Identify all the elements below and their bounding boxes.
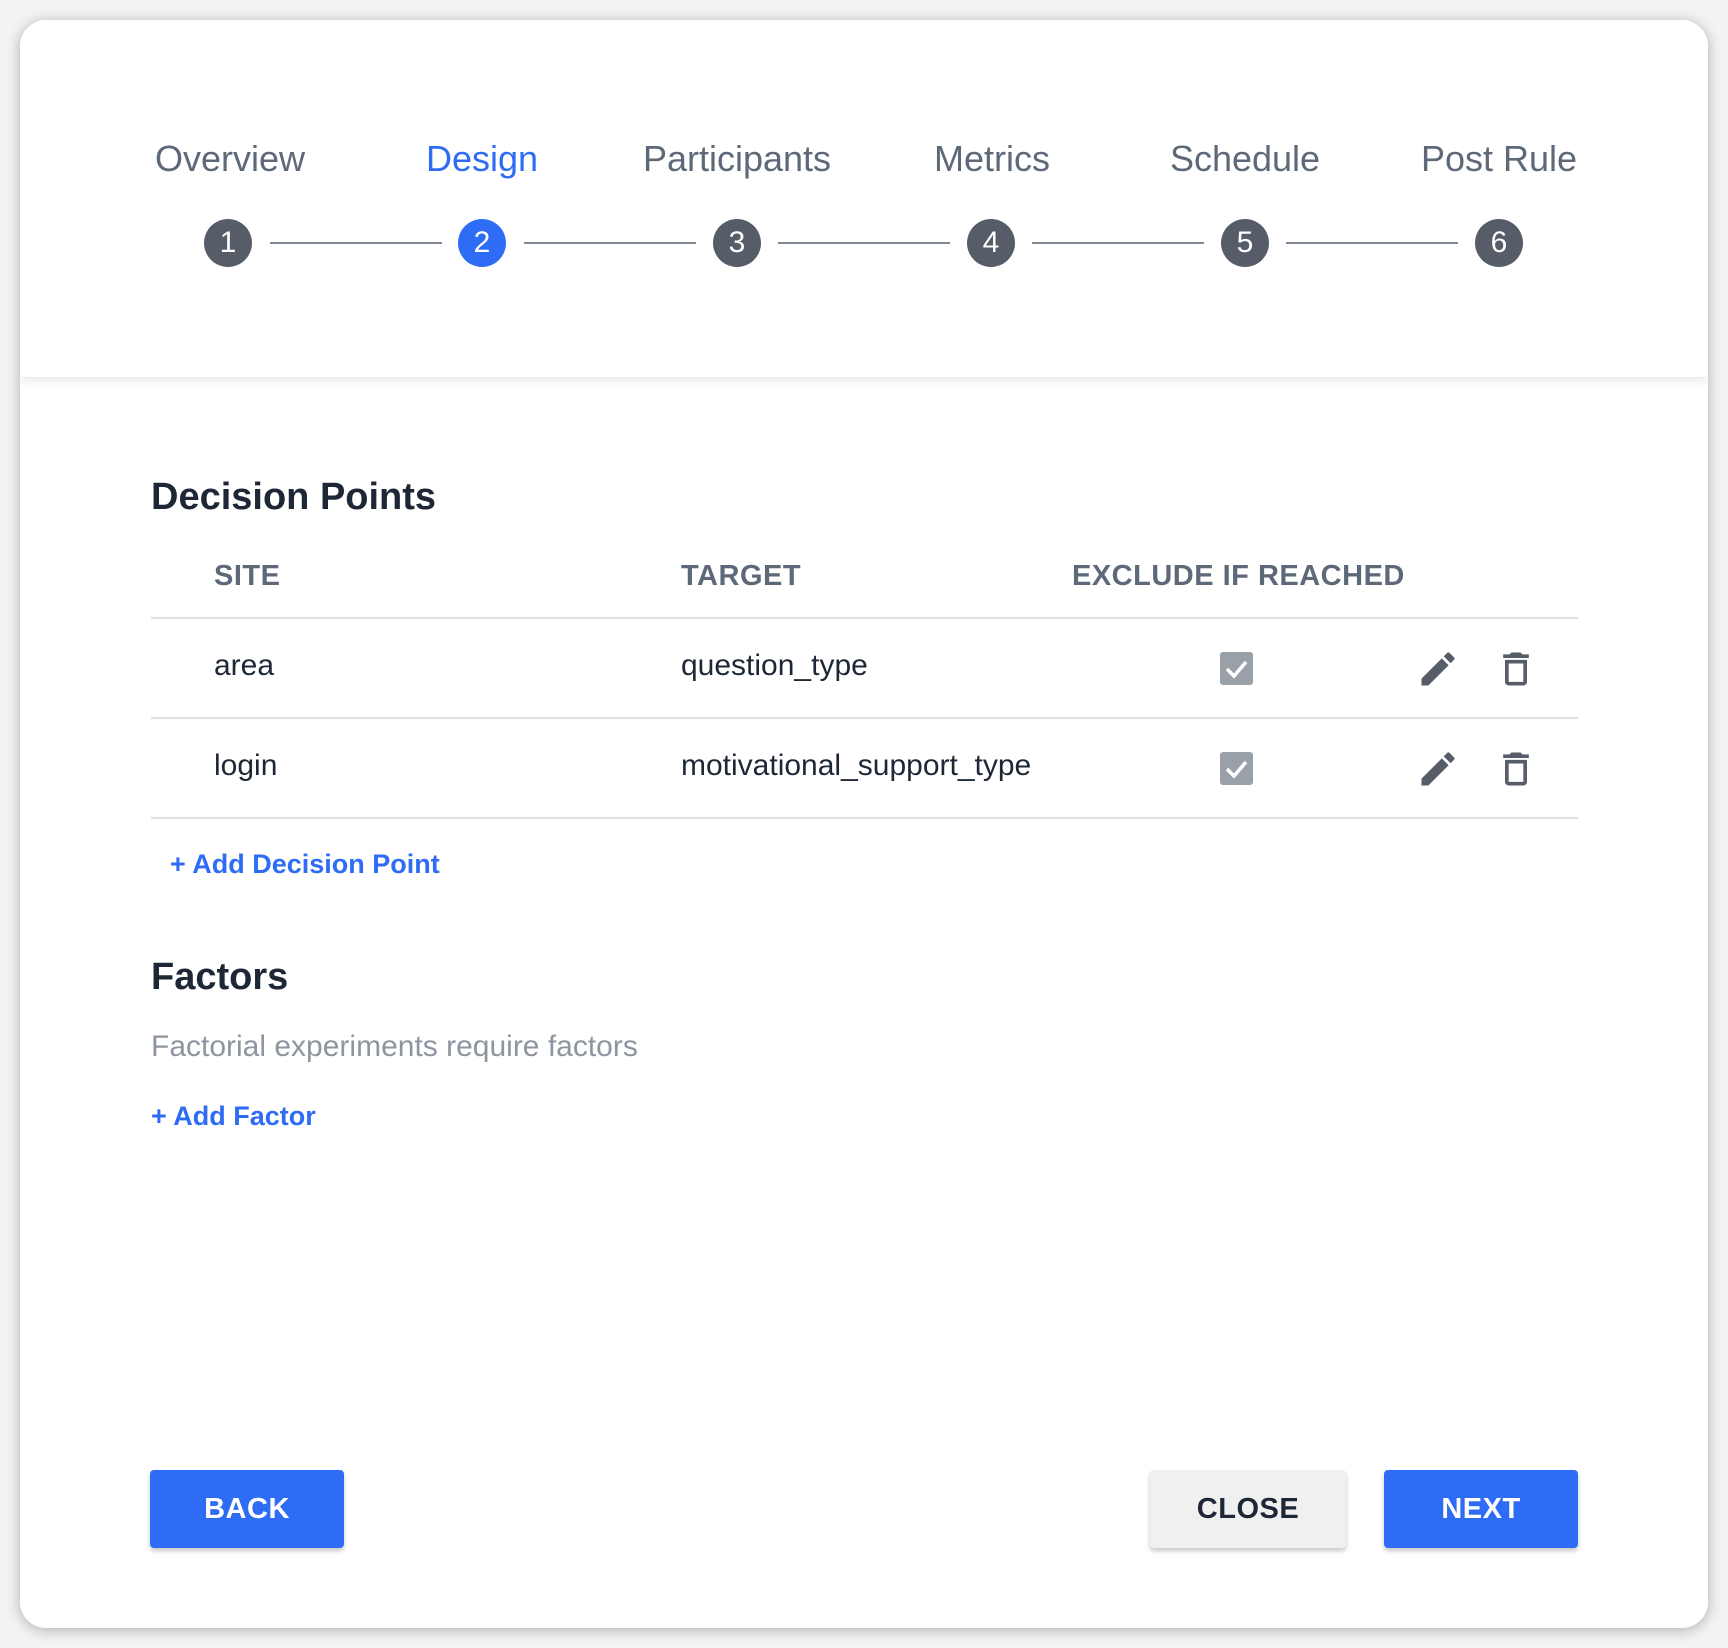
step-connector bbox=[270, 242, 442, 244]
delete-button[interactable] bbox=[1494, 647, 1538, 691]
edit-button[interactable] bbox=[1416, 647, 1460, 691]
factors-title: Factors bbox=[151, 956, 289, 998]
checkmark-icon bbox=[1225, 760, 1248, 779]
table-divider bbox=[151, 817, 1578, 819]
step-circle-6[interactable]: 6 bbox=[1475, 219, 1523, 267]
experiment-design-dialog: Overview Design Participants Metrics Sch… bbox=[20, 20, 1708, 1628]
column-header-site: SITE bbox=[214, 560, 281, 592]
table-row: login motivational_support_type bbox=[151, 719, 1578, 817]
step-connector bbox=[1286, 242, 1458, 244]
add-decision-point-link[interactable]: + Add Decision Point bbox=[170, 849, 440, 880]
step-circle-5[interactable]: 5 bbox=[1221, 219, 1269, 267]
target-cell: question_type bbox=[681, 649, 868, 682]
column-header-target: TARGET bbox=[681, 560, 802, 592]
step-circle-3[interactable]: 3 bbox=[713, 219, 761, 267]
table-row: area question_type bbox=[151, 619, 1578, 717]
exclude-if-reached-checkbox[interactable] bbox=[1220, 752, 1253, 785]
delete-button[interactable] bbox=[1494, 747, 1538, 791]
site-cell: login bbox=[214, 749, 278, 782]
add-factor-link[interactable]: + Add Factor bbox=[151, 1101, 316, 1132]
target-cell: motivational_support_type bbox=[681, 749, 1032, 782]
step-circle-2[interactable]: 2 bbox=[458, 219, 506, 267]
stepper: Overview Design Participants Metrics Sch… bbox=[20, 20, 1708, 378]
column-header-exclude-if-reached: EXCLUDE IF REACHED bbox=[1072, 560, 1405, 592]
step-connector bbox=[1032, 242, 1204, 244]
back-button[interactable]: BACK bbox=[150, 1470, 344, 1548]
checkmark-icon bbox=[1225, 660, 1248, 679]
edit-button[interactable] bbox=[1416, 747, 1460, 791]
site-cell: area bbox=[214, 649, 275, 682]
pencil-icon bbox=[1421, 752, 1455, 786]
factors-hint: Factorial experiments require factors bbox=[151, 1030, 638, 1063]
trash-icon bbox=[1503, 752, 1529, 786]
trash-icon bbox=[1503, 652, 1529, 686]
exclude-if-reached-checkbox[interactable] bbox=[1220, 652, 1253, 685]
step-circle-1[interactable]: 1 bbox=[204, 219, 252, 267]
step-label-post-rule[interactable]: Post Rule bbox=[1349, 138, 1649, 180]
step-circle-4[interactable]: 4 bbox=[967, 219, 1015, 267]
step-connector bbox=[778, 242, 950, 244]
next-button[interactable]: NEXT bbox=[1384, 1470, 1578, 1548]
pencil-icon bbox=[1421, 652, 1455, 686]
close-button[interactable]: CLOSE bbox=[1150, 1470, 1346, 1548]
decision-points-title: Decision Points bbox=[151, 476, 437, 518]
step-connector bbox=[524, 242, 696, 244]
